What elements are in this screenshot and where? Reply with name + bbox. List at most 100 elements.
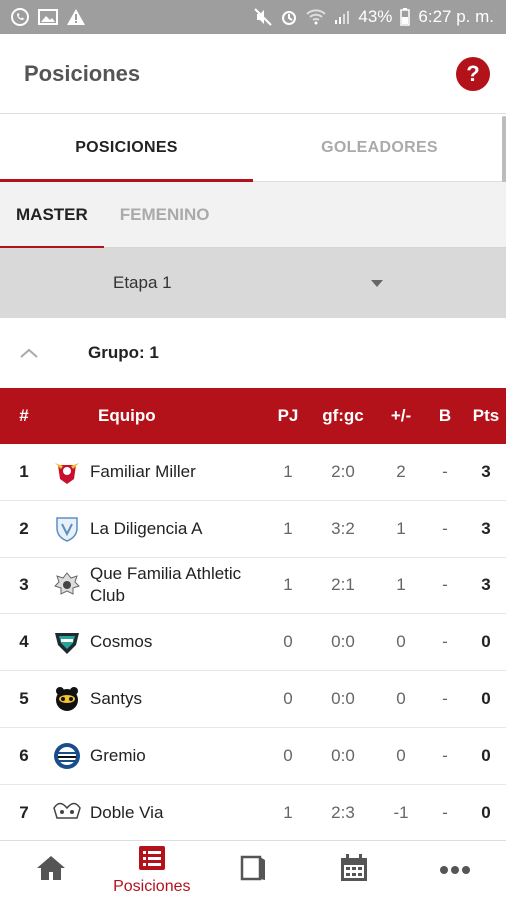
diff-cell: -1 (393, 803, 409, 823)
team-cell[interactable]: La Diligencia A (48, 514, 268, 544)
stage-dropdown[interactable]: Etapa 1 (113, 273, 393, 293)
list-icon (138, 845, 166, 876)
b-cell: - (442, 518, 448, 538)
table-row[interactable]: 3 Que Familia Athletic Club 1 2:1 1 - 3 (0, 557, 506, 615)
pj-cell: 1 (283, 575, 293, 595)
book-icon (239, 854, 267, 887)
team-name: Santys (90, 689, 142, 709)
bottom-nav: Posiciones (0, 840, 506, 900)
rank-cell: 4 (19, 632, 29, 652)
team-name: La Diligencia A (90, 518, 203, 538)
help-button[interactable]: ? (456, 56, 490, 91)
table-row[interactable]: 6 Gremio 0 0:0 0 - 0 (0, 727, 506, 785)
nav-posiciones-label: Posiciones (113, 878, 191, 895)
diff-cell: 0 (396, 745, 406, 765)
standings-body: 1 Familiar Miller 1 2:0 2 - 3 2 La Dilig… (0, 444, 506, 842)
mute-icon (254, 8, 273, 26)
diff-cell: 1 (396, 575, 406, 595)
nav-book[interactable] (202, 841, 303, 900)
col-team: Equipo (98, 406, 156, 425)
chevron-up-icon[interactable] (0, 348, 88, 358)
pj-cell: 0 (283, 632, 293, 652)
pts-cell: 3 (481, 461, 491, 481)
wifi-icon (306, 9, 327, 25)
team-cell[interactable]: Santys (48, 684, 268, 714)
pj-cell: 1 (283, 803, 293, 823)
rank-cell: 6 (19, 745, 29, 765)
b-cell: - (442, 632, 448, 652)
diff-cell: 2 (396, 461, 406, 481)
diff-cell: 1 (396, 518, 406, 538)
main-tabs: POSICIONES GOLEADORES (0, 114, 506, 182)
team-cell[interactable]: Cosmos (48, 627, 268, 657)
table-row[interactable]: 4 Cosmos 0 0:0 0 - 0 (0, 614, 506, 672)
col-b: B (438, 406, 452, 425)
gfgc-cell: 3:2 (331, 518, 355, 538)
team-cell[interactable]: Gremio (48, 741, 268, 771)
signal-icon (334, 9, 350, 25)
team-crest-icon (52, 798, 82, 828)
nav-posiciones[interactable]: Posiciones (101, 841, 202, 900)
pts-cell: 3 (481, 575, 491, 595)
status-time: 6:27 p. m. (418, 7, 494, 26)
team-name: Doble Via (90, 803, 164, 823)
table-row[interactable]: 1 Familiar Miller 1 2:0 2 - 3 (0, 444, 506, 501)
team-cell[interactable]: Que Familia Athletic Club (48, 563, 268, 607)
pts-cell: 0 (481, 745, 491, 765)
home-icon (35, 854, 67, 887)
nav-calendar[interactable] (304, 841, 405, 900)
rank-cell: 1 (19, 461, 29, 481)
image-icon (38, 8, 58, 26)
stage-selector[interactable]: Etapa 1 (0, 248, 506, 318)
col-rank: # (19, 406, 29, 425)
dropdown-caret-icon (371, 279, 383, 287)
battery-icon (400, 8, 411, 26)
rank-cell: 5 (19, 689, 29, 709)
table-row[interactable]: 7 Doble Via 1 2:3 -1 - 0 (0, 784, 506, 842)
status-right: 43% 6:27 p. m. (254, 7, 494, 27)
diff-cell: 0 (396, 632, 406, 652)
app-bar: Posiciones ? (0, 34, 506, 114)
rank-cell: 2 (19, 518, 29, 538)
alarm-icon (280, 8, 298, 26)
team-name: Familiar Miller (90, 461, 196, 481)
gfgc-cell: 0:0 (331, 632, 355, 652)
pts-cell: 0 (481, 632, 491, 652)
diff-cell: 0 (396, 689, 406, 709)
b-cell: - (442, 461, 448, 481)
col-pj: PJ (277, 406, 299, 425)
team-name: Cosmos (90, 632, 153, 652)
rank-cell: 3 (19, 575, 29, 595)
table-row[interactable]: 2 La Diligencia A 1 3:2 1 - 3 (0, 500, 506, 558)
tab-master[interactable]: MASTER (0, 182, 104, 248)
group-header[interactable]: Grupo: 1 (0, 318, 506, 388)
pj-cell: 0 (283, 745, 293, 765)
status-left (10, 7, 86, 27)
stage-selected-value: Etapa 1 (113, 273, 172, 292)
tab-goleadores[interactable]: GOLEADORES (253, 114, 506, 181)
gfgc-cell: 2:0 (331, 461, 355, 481)
more-icon (439, 862, 471, 880)
team-cell[interactable]: Familiar Miller (48, 457, 268, 487)
pts-cell: 0 (481, 689, 491, 709)
whatsapp-icon (10, 7, 30, 27)
b-cell: - (442, 689, 448, 709)
standings-header: # Equipo PJ gf:gc +/- B Pts (0, 388, 506, 444)
pts-cell: 3 (481, 518, 491, 538)
tab-femenino[interactable]: FEMENINO (104, 182, 226, 247)
group-label: Grupo: 1 (88, 343, 159, 362)
col-diff: +/- (390, 406, 412, 425)
table-row[interactable]: 5 Santys 0 0:0 0 - 0 (0, 671, 506, 728)
b-cell: - (442, 803, 448, 823)
nav-more[interactable] (405, 841, 506, 900)
pj-cell: 1 (283, 518, 293, 538)
team-crest-icon (52, 514, 82, 544)
gfgc-cell: 0:0 (331, 689, 355, 709)
team-cell[interactable]: Doble Via (48, 798, 268, 828)
team-name: Gremio (90, 745, 146, 765)
battery-percent: 43% (358, 7, 393, 26)
team-crest-icon (52, 684, 82, 714)
tab-posiciones[interactable]: POSICIONES (0, 114, 253, 182)
col-pts: Pts (472, 406, 500, 425)
nav-home[interactable] (0, 841, 101, 900)
